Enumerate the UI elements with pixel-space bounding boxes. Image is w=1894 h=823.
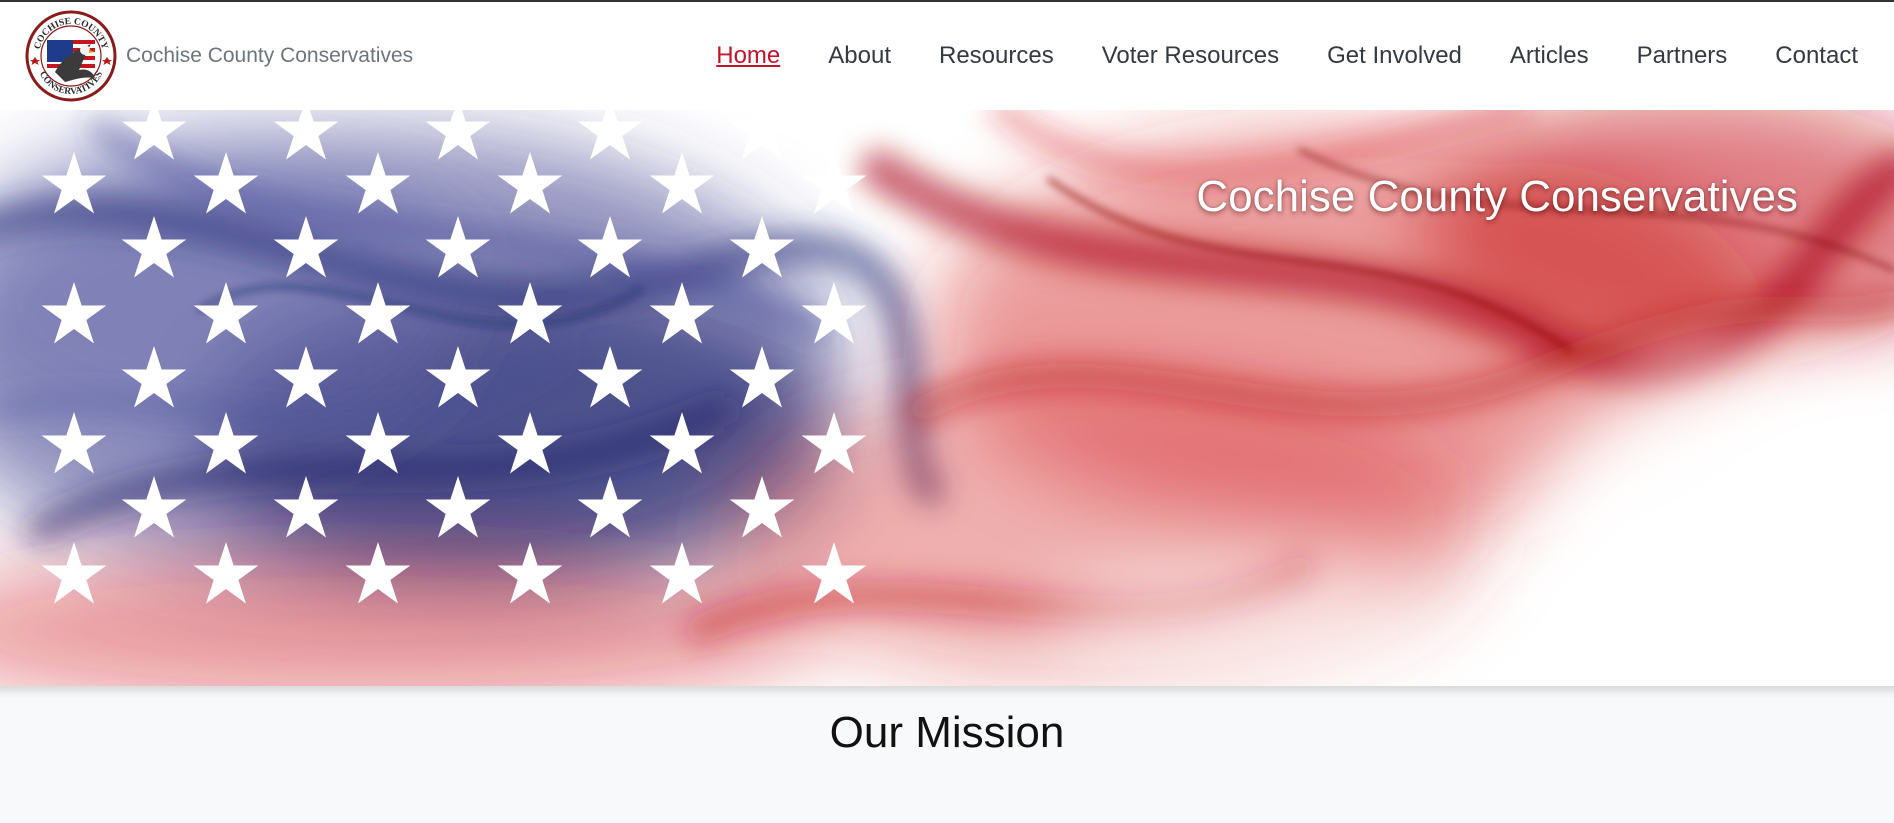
hero-banner: Cochise County Conservatives bbox=[0, 110, 1894, 686]
navbar: COCHISE COUNTY CONSERVATIVES Cochise Cou… bbox=[0, 2, 1894, 111]
hero-title: Cochise County Conservatives bbox=[1196, 172, 1798, 221]
nav-articles[interactable]: Articles bbox=[1510, 42, 1589, 69]
nav-voter-resources[interactable]: Voter Resources bbox=[1102, 42, 1279, 69]
nav-partners[interactable]: Partners bbox=[1637, 42, 1728, 69]
nav-get-involved[interactable]: Get Involved bbox=[1327, 42, 1462, 69]
nav-resources[interactable]: Resources bbox=[939, 42, 1054, 69]
nav-contact[interactable]: Contact bbox=[1775, 42, 1858, 69]
nav-about[interactable]: About bbox=[828, 42, 891, 69]
main-nav: Home About Resources Voter Resources Get… bbox=[668, 2, 1858, 110]
nav-home[interactable]: Home bbox=[716, 42, 780, 69]
logo-seal-icon: COCHISE COUNTY CONSERVATIVES bbox=[25, 10, 117, 102]
mission-section: Our Mission bbox=[0, 686, 1894, 758]
brand-name: Cochise County Conservatives bbox=[126, 44, 414, 67]
brand-link[interactable]: COCHISE COUNTY CONSERVATIVES Cochise Cou… bbox=[25, 10, 413, 102]
mission-heading: Our Mission bbox=[829, 708, 1065, 757]
